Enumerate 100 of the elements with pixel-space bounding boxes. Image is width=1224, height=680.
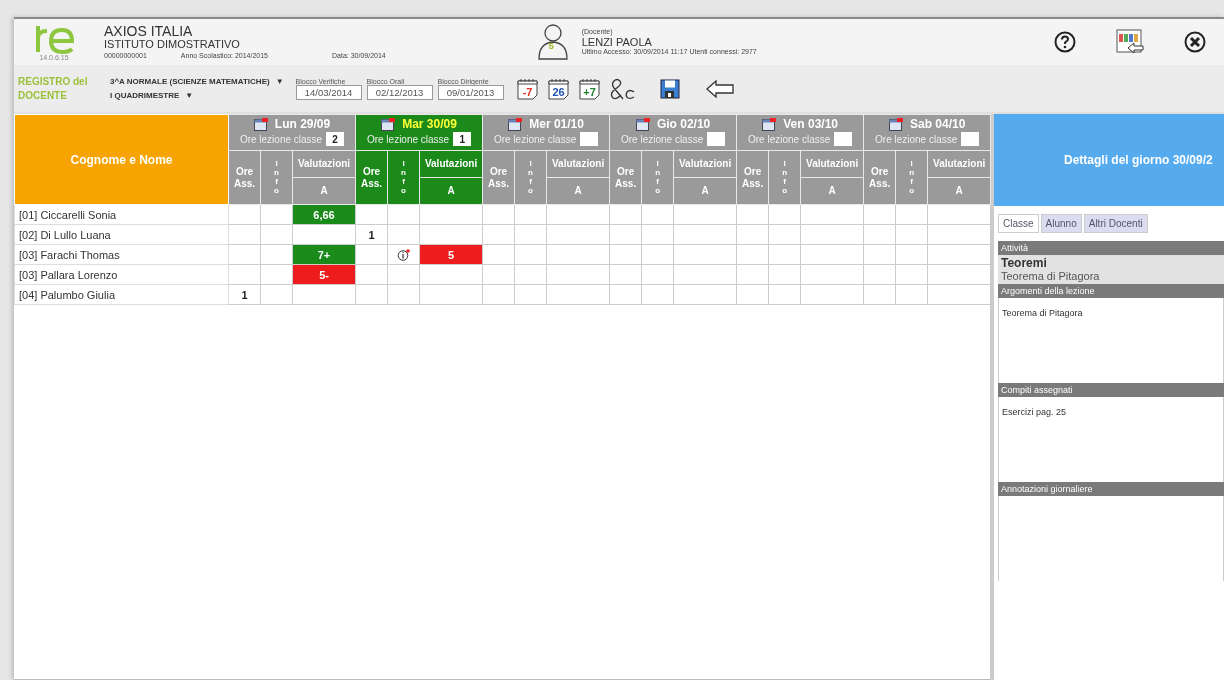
calendar-icon[interactable] [889,117,903,131]
section-text-area[interactable] [998,496,1224,581]
block-date-field[interactable]: 14/03/2014 [295,84,362,100]
student-name[interactable]: [04] Palumbo Giulia [14,284,229,305]
calendar-icon[interactable] [635,117,650,131]
info-cell[interactable] [641,204,674,225]
schedule-icon[interactable] [1116,29,1144,55]
info-cell[interactable] [641,224,674,245]
help-button[interactable] [1054,31,1076,53]
absence-cell[interactable] [609,264,642,285]
lesson-hours-field[interactable] [707,132,726,146]
info-cell[interactable] [514,244,547,265]
absence-cell[interactable] [355,244,388,265]
absence-cell[interactable] [863,224,896,245]
absence-cell[interactable] [736,244,769,265]
day-header[interactable]: Lun 29/09 Ore lezione classe 2 [228,114,356,151]
calendar-icon[interactable] [762,117,777,131]
student-name[interactable]: [03] Pallara Lorenzo [14,264,229,285]
info-icon[interactable] [397,249,411,262]
absence-cell[interactable] [863,244,896,265]
absence-cell[interactable] [863,284,896,305]
back-arrow-icon[interactable] [705,79,734,98]
block-date-field[interactable]: 09/01/2013 [437,84,504,100]
absence-cell[interactable] [736,204,769,225]
lesson-hours-field[interactable] [580,132,599,146]
details-tab[interactable]: Alunno [1040,214,1082,233]
info-cell[interactable] [514,284,547,305]
info-cell[interactable] [768,264,801,285]
save-icon[interactable] [659,78,680,99]
info-cell[interactable] [514,264,547,285]
absence-cell[interactable] [355,204,388,225]
info-cell[interactable] [768,204,801,225]
lesson-hours-field[interactable] [961,132,980,146]
info-cell[interactable] [260,264,293,285]
student-name[interactable]: [01] Ciccarelli Sonia [14,204,229,225]
absence-cell[interactable] [736,224,769,245]
absence-cell[interactable] [228,244,261,265]
absence-cell[interactable] [482,224,515,245]
absence-cell[interactable] [228,224,261,245]
calendar-icon[interactable] [381,117,396,131]
details-tab[interactable]: Altri Docenti [1083,214,1148,233]
lesson-hours-field[interactable] [834,132,853,146]
student-name[interactable]: [03] Farachi Thomas [14,244,229,265]
info-cell[interactable] [387,264,420,285]
info-cell[interactable] [641,284,674,305]
activity-subtitle: Teorema di Pitagora [1001,270,1101,282]
info-cell[interactable] [895,244,928,265]
period-select[interactable]: I QUADRIMESTRE ▼ [110,91,284,100]
absence-cell[interactable] [609,224,642,245]
absence-cell[interactable] [355,264,388,285]
info-cell[interactable] [514,224,547,245]
info-cell[interactable] [768,284,801,305]
block-date-field[interactable]: 02/12/2013 [366,84,433,100]
absence-cell[interactable] [609,244,642,265]
absence-cell[interactable] [863,264,896,285]
absence-cell[interactable] [228,204,261,225]
absence-cell[interactable]: 1 [355,224,388,245]
class-select[interactable]: 3^A NORMALE (SCIENZE MATEMATICHE) ▼ [110,77,284,86]
lesson-hours-field[interactable]: 2 [326,132,345,146]
absence-cell[interactable] [355,284,388,305]
lesson-hours-field[interactable]: 1 [453,132,472,146]
info-cell[interactable] [895,224,928,245]
section-text-area[interactable]: Esercizi pag. 25 [998,397,1224,482]
absence-cell[interactable] [228,264,261,285]
ampersand-icon[interactable] [609,77,636,100]
info-cell[interactable] [641,244,674,265]
absence-cell[interactable] [482,244,515,265]
absence-cell[interactable] [609,204,642,225]
absence-cell[interactable] [482,284,515,305]
info-cell[interactable] [514,204,547,225]
info-cell[interactable] [260,224,293,245]
info-cell[interactable] [895,284,928,305]
section-text-area[interactable]: Teorema di Pitagora [998,298,1224,383]
day-header[interactable]: Mar 30/09 Ore lezione classe 1 [355,114,483,151]
close-button[interactable] [1184,31,1206,53]
info-cell[interactable] [768,224,801,245]
absence-cell[interactable] [736,284,769,305]
info-cell[interactable] [260,204,293,225]
absence-cell[interactable] [863,204,896,225]
info-cell[interactable] [895,204,928,225]
absence-cell[interactable] [482,204,515,225]
info-header: Info [260,150,293,205]
info-cell[interactable] [260,284,293,305]
calendar-icon[interactable] [253,117,268,131]
info-cell[interactable] [387,224,420,245]
info-cell[interactable] [387,244,420,265]
absence-cell[interactable] [736,264,769,285]
info-cell[interactable] [387,204,420,225]
absence-cell[interactable]: 1 [228,284,261,305]
calendar-icon[interactable] [508,117,523,131]
info-header: Info [895,150,928,205]
info-cell[interactable] [641,264,674,285]
student-name[interactable]: [02] Di Lullo Luana [14,224,229,245]
absence-cell[interactable] [482,264,515,285]
info-cell[interactable] [895,264,928,285]
info-cell[interactable] [387,284,420,305]
info-cell[interactable] [260,244,293,265]
info-cell[interactable] [768,244,801,265]
details-tab[interactable]: Classe [998,214,1039,233]
absence-cell[interactable] [609,284,642,305]
